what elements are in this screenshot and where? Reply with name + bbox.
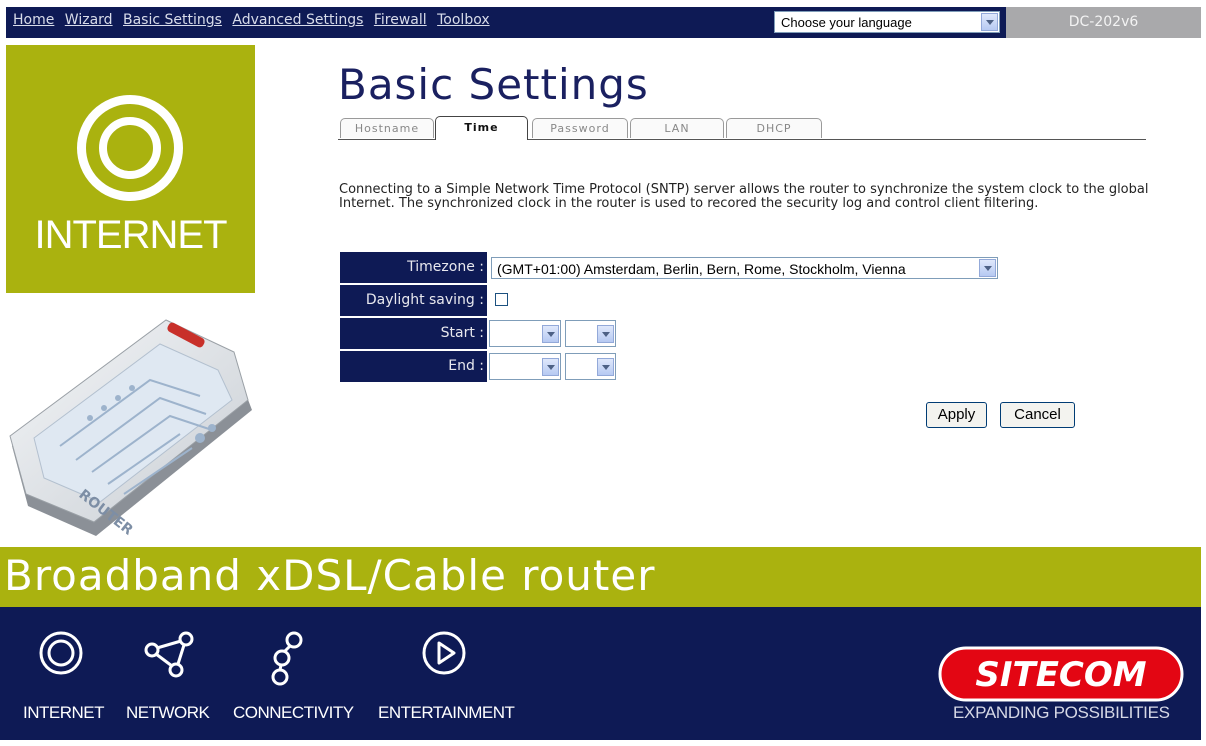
chevron-down-icon[interactable]: [979, 259, 996, 277]
internet-label: INTERNET: [34, 213, 228, 257]
end-month-select[interactable]: [489, 353, 561, 380]
nav-links: Home Wizard Basic Settings Advanced Sett…: [13, 12, 496, 28]
chevron-down-icon[interactable]: [542, 325, 559, 343]
nav-link-home[interactable]: Home: [13, 12, 54, 28]
nav-link-firewall[interactable]: Firewall: [374, 12, 427, 28]
daylight-row: Daylight saving :: [340, 285, 540, 316]
sitecom-logo-text: SITECOM: [975, 655, 1146, 695]
end-row: End :: [340, 351, 620, 382]
apply-button[interactable]: Apply: [926, 402, 987, 428]
chevron-down-icon[interactable]: [542, 358, 559, 376]
sntp-description: Connecting to a Simple Network Time Prot…: [339, 182, 1149, 211]
start-day-select[interactable]: [565, 320, 616, 347]
nav-link-wizard[interactable]: Wizard: [65, 12, 113, 28]
tab-hostname[interactable]: Hostname: [340, 118, 434, 138]
network-icon: [144, 631, 194, 678]
tab-lan[interactable]: LAN: [630, 118, 724, 138]
nav-link-advanced-settings[interactable]: Advanced Settings: [232, 12, 363, 28]
end-label: End :: [340, 351, 487, 382]
entertainment-play-icon: [422, 631, 466, 675]
cancel-button[interactable]: Cancel: [1000, 402, 1075, 428]
router-image: ROUTER: [9, 319, 252, 539]
model-name: DC-202v6: [1006, 7, 1201, 38]
timezone-select[interactable]: (GMT+01:00) Amsterdam, Berlin, Bern, Rom…: [491, 257, 998, 279]
internet-icon: [39, 631, 83, 675]
chevron-down-icon[interactable]: [597, 358, 614, 376]
internet-panel: INTERNET: [6, 45, 255, 293]
start-label: Start :: [340, 318, 487, 349]
footer-tagline: EXPANDING POSSIBILITIES: [953, 703, 1170, 722]
daylight-saving-checkbox[interactable]: [495, 293, 508, 306]
chevron-down-icon[interactable]: [597, 325, 614, 343]
tab-password[interactable]: Password: [532, 118, 628, 138]
top-nav-bar: Home Wizard Basic Settings Advanced Sett…: [6, 7, 1201, 38]
start-row: Start :: [340, 318, 620, 349]
language-select-value: Choose your language: [781, 15, 912, 30]
footer: INTERNET NETWORK CONNECTIVITY ENTERTAINM…: [0, 607, 1201, 740]
end-day-select[interactable]: [565, 353, 616, 380]
sitecom-logo: SITECOM: [938, 646, 1184, 702]
footer-label-internet: INTERNET: [23, 703, 105, 722]
footer-label-entertainment: ENTERTAINMENT: [378, 703, 515, 722]
chevron-down-icon[interactable]: [981, 13, 998, 31]
start-month-select[interactable]: [489, 320, 561, 347]
connectivity-icon: [271, 631, 303, 686]
daylight-saving-label: Daylight saving :: [340, 285, 487, 316]
footer-label-connectivity: CONNECTIVITY: [233, 703, 354, 722]
page-title: Basic Settings: [338, 60, 649, 109]
internet-inner-ring-icon: [99, 117, 161, 179]
timezone-value: (GMT+01:00) Amsterdam, Berlin, Bern, Rom…: [497, 261, 906, 277]
nav-link-basic-settings[interactable]: Basic Settings: [123, 12, 222, 28]
settings-tabs: Hostname Time Password LAN DHCP: [338, 116, 1146, 140]
timezone-label: Timezone :: [340, 252, 487, 283]
tab-dhcp[interactable]: DHCP: [726, 118, 822, 138]
tab-time[interactable]: Time: [435, 116, 528, 140]
timezone-row: Timezone : (GMT+01:00) Amsterdam, Berlin…: [340, 252, 1000, 283]
nav-link-toolbox[interactable]: Toolbox: [437, 12, 490, 28]
product-banner: Broadband xDSL/Cable router: [0, 547, 1201, 607]
product-banner-text: Broadband xDSL/Cable router: [4, 551, 656, 600]
language-select[interactable]: Choose your language: [774, 11, 1000, 33]
footer-label-network: NETWORK: [126, 703, 210, 722]
